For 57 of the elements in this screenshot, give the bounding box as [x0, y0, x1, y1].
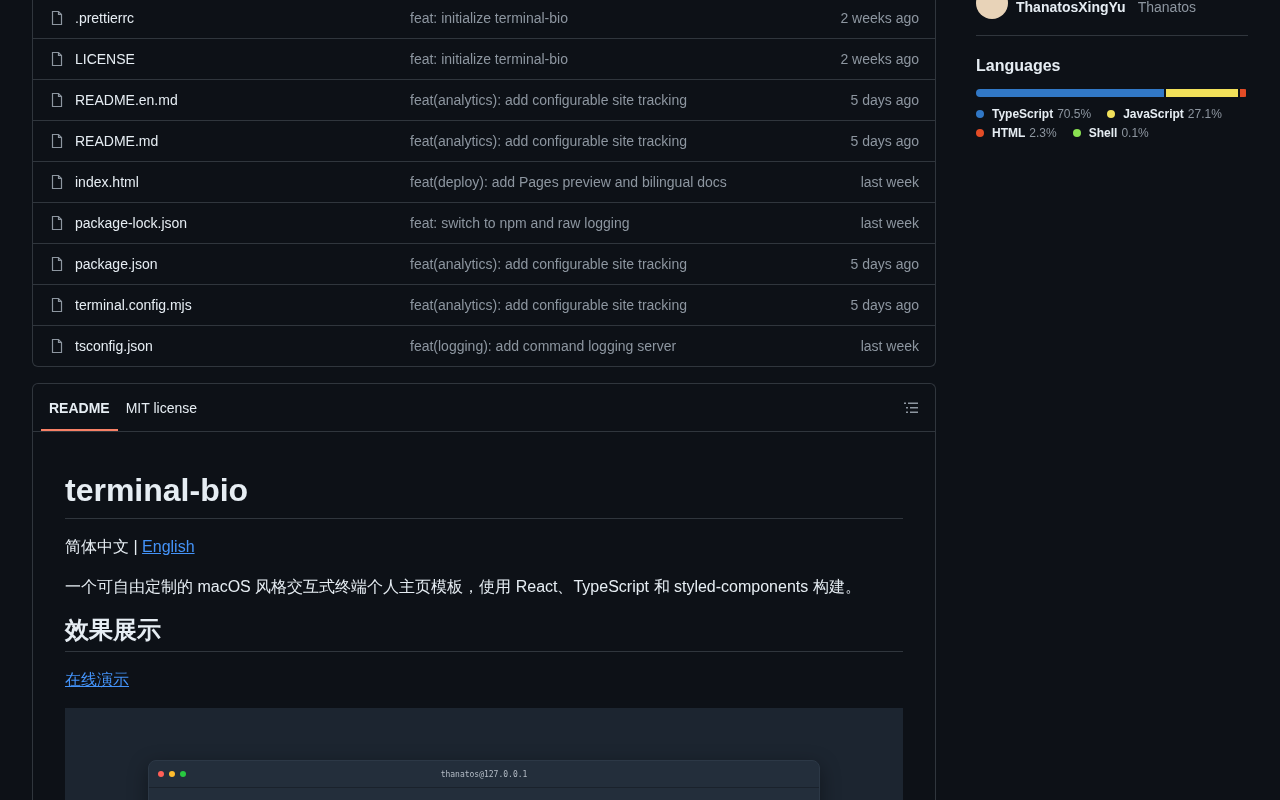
file-name-link[interactable]: package-lock.json [75, 215, 188, 231]
commit-time: 5 days ago [850, 256, 919, 272]
language-name[interactable]: TypeScript [992, 107, 1054, 121]
description: 一个可自由定制的 macOS 风格交互式终端个人主页模板，使用 React、TypeScript 和 styled-components 构建。 [65, 577, 862, 597]
commit-message-link[interactable]: feat: initialize terminal-bio [410, 51, 568, 67]
readme-tab[interactable]: MIT license [117, 384, 205, 431]
commit-message-link[interactable]: feat(analytics): add configurable site tracking [410, 297, 688, 313]
readme-tab[interactable]: README [41, 384, 118, 431]
readme-title: terminal-bio [65, 464, 903, 519]
terminal-title: thanatos@127.0.0.1 [440, 769, 528, 779]
commit-time: last week [860, 174, 919, 190]
language-percent: 27.1% [1187, 107, 1222, 121]
language-label: 简体中文 | [65, 538, 138, 555]
language-percent: 70.5% [1057, 107, 1092, 121]
file-name-link[interactable]: index.html [75, 174, 139, 190]
demo-link[interactable]: 在线演示 [65, 671, 129, 688]
file-icon [49, 51, 65, 67]
commit-message-link[interactable]: feat(logging): add command logging server [410, 338, 677, 354]
contributor-login[interactable]: ThanatosXingYu [1016, 0, 1126, 15]
file-name-link[interactable]: terminal.config.mjs [75, 297, 192, 313]
commit-message-link[interactable]: feat(analytics): add configurable site tracking [410, 92, 688, 108]
commit-time: 2 weeks ago [840, 51, 919, 67]
file-name-link[interactable]: .prettierrc [75, 9, 135, 26]
file-icon [49, 338, 65, 354]
file-icon [49, 92, 65, 108]
file-icon [49, 297, 65, 313]
commit-time: last week [860, 338, 919, 354]
file-name-link[interactable]: tsconfig.json [75, 338, 153, 354]
english-link[interactable]: English [142, 538, 195, 555]
commit-time: 2 weeks ago [840, 9, 919, 26]
file-icon [49, 9, 65, 26]
file-name-link[interactable]: README.md [75, 133, 159, 149]
commit-time: 5 days ago [850, 133, 919, 149]
language-name[interactable]: Shell [1088, 126, 1118, 140]
contributor-name: Thanatos [1137, 0, 1197, 15]
file-name-link[interactable]: LICENSE [75, 51, 135, 67]
file-icon [49, 174, 65, 190]
language-name[interactable]: HTML [992, 126, 1026, 140]
commit-time: 5 days ago [850, 297, 919, 313]
commit-message-link[interactable]: feat: initialize terminal-bio [410, 9, 568, 26]
language-name[interactable]: JavaScript [1123, 107, 1184, 121]
commit-time: last week [860, 215, 919, 231]
language-percent: 0.1% [1121, 126, 1149, 140]
file-icon [49, 215, 65, 231]
file-name-link[interactable]: README.en.md [75, 92, 178, 108]
commit-message-link[interactable]: feat: switch to npm and raw logging [410, 215, 630, 231]
languages-heading: Languages [976, 57, 1062, 75]
language-percent: 2.3% [1029, 126, 1057, 140]
file-icon [49, 256, 65, 272]
commit-time: 5 days ago [850, 92, 919, 108]
section-heading: 效果展示 [65, 615, 903, 652]
window-controls-icon [157, 770, 189, 778]
file-name-link[interactable]: package.json [75, 256, 158, 272]
commit-message-link[interactable]: feat(deploy): add Pages preview and bilingual docs [410, 174, 727, 190]
commit-message-link[interactable]: feat(analytics): add configurable site tracking [410, 256, 688, 272]
commit-message-link[interactable]: feat(analytics): add configurable site tracking [410, 133, 688, 149]
file-icon [49, 133, 65, 149]
